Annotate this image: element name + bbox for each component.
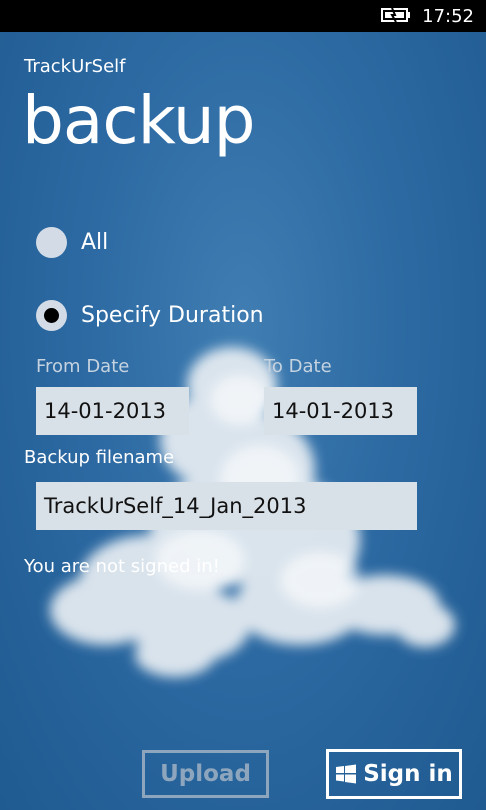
radio-specify-duration[interactable] <box>36 300 67 331</box>
backup-filename-label: Backup filename <box>24 447 175 468</box>
upload-button-label: Upload <box>160 761 251 787</box>
to-date-label: To Date <box>264 356 332 377</box>
windows-logo-icon <box>336 764 357 784</box>
from-date-picker[interactable]: 14-01-2013 <box>36 387 189 435</box>
sign-in-button[interactable]: Sign in <box>326 749 462 799</box>
radio-all[interactable] <box>36 227 67 258</box>
radio-specify-duration-label[interactable]: Specify Duration <box>81 303 264 328</box>
radio-selected-dot <box>44 308 59 323</box>
radio-all-label[interactable]: All <box>81 230 108 255</box>
from-date-label: From Date <box>36 356 130 377</box>
signin-status-message: You are not signed in! <box>24 556 220 577</box>
sign-in-button-label: Sign in <box>363 761 453 787</box>
page-title: backup <box>22 82 256 159</box>
to-date-picker[interactable]: 14-01-2013 <box>264 387 417 435</box>
backup-filename-input[interactable]: TrackUrSelf_14_Jan_2013 <box>36 482 417 530</box>
upload-button[interactable]: Upload <box>142 750 269 798</box>
status-time: 17:52 <box>422 6 474 27</box>
app-title: TrackUrSelf <box>24 56 126 77</box>
status-bar: 17:52 <box>0 0 486 32</box>
battery-charging-icon <box>381 7 410 23</box>
